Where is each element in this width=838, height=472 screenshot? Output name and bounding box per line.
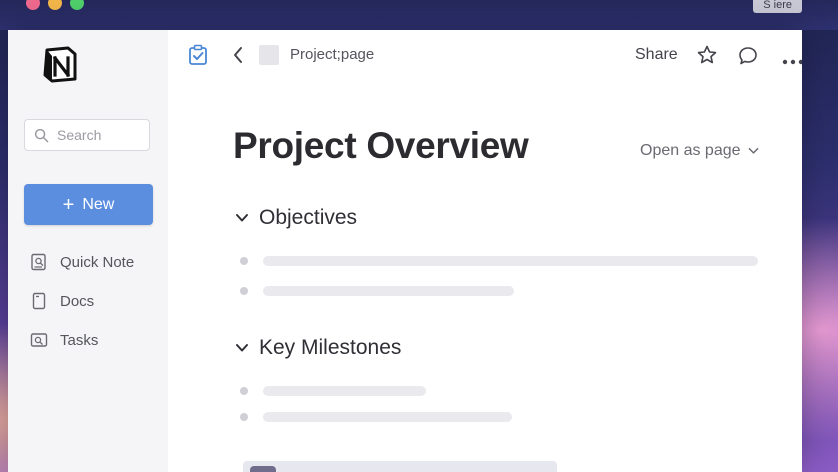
- dock-item[interactable]: [250, 466, 276, 472]
- share-button[interactable]: Share: [635, 46, 678, 64]
- placeholder-line: [263, 286, 514, 296]
- section-key-milestones[interactable]: Key Milestones: [235, 336, 401, 360]
- section-objectives[interactable]: Objectives: [235, 206, 357, 230]
- sidebar: + New Quick Note Docs: [8, 30, 168, 472]
- minimize-window-button[interactable]: [48, 0, 62, 10]
- search-icon: [34, 128, 49, 142]
- new-button-label: New: [82, 195, 115, 213]
- desktop-top-bar: S iere: [0, 0, 838, 30]
- sidebar-item-tasks[interactable]: Tasks: [30, 328, 98, 352]
- sidebar-item-label: Quick Note: [60, 253, 135, 271]
- chevron-down-icon: [748, 147, 758, 154]
- bullet-dot: [240, 287, 248, 295]
- bullet-dot: [240, 387, 248, 395]
- zoom-window-button[interactable]: [70, 0, 84, 10]
- more-options-icon[interactable]: [782, 52, 802, 70]
- back-chevron-icon[interactable]: [232, 46, 244, 69]
- breadcrumb[interactable]: Project;page: [290, 46, 374, 63]
- search-box[interactable]: [24, 119, 150, 151]
- section-heading: Objectives: [259, 206, 358, 229]
- comment-icon[interactable]: [737, 45, 759, 72]
- checklist-icon[interactable]: [188, 44, 208, 71]
- notion-logo-icon[interactable]: [40, 44, 80, 84]
- page-title: Project Overview: [233, 125, 529, 166]
- bullet-dot: [240, 257, 248, 265]
- sidebar-item-docs[interactable]: Docs: [30, 289, 94, 313]
- placeholder-line: [263, 256, 758, 266]
- tasks-icon: [30, 333, 48, 347]
- open-as-page-label: Open as page: [640, 142, 741, 159]
- main-content: Project;page Share Project Overview Open…: [168, 30, 802, 472]
- sidebar-item-quick-note[interactable]: Quick Note: [30, 250, 134, 274]
- bullet-dot: [240, 413, 248, 421]
- section-heading: Key Milestones: [259, 336, 402, 359]
- chevron-down-icon[interactable]: [235, 213, 249, 223]
- page-thumbnail[interactable]: [259, 45, 279, 65]
- dock-bar[interactable]: [243, 461, 557, 472]
- top-share-badge[interactable]: S iere: [753, 0, 802, 13]
- note-icon: [31, 253, 46, 271]
- star-icon[interactable]: [696, 44, 718, 71]
- sidebar-item-label: Tasks: [60, 331, 99, 349]
- plus-icon: +: [62, 193, 75, 216]
- doc-icon: [32, 292, 46, 310]
- sidebar-item-label: Docs: [60, 292, 95, 310]
- new-button[interactable]: + New: [24, 184, 153, 225]
- placeholder-line: [263, 386, 426, 396]
- app-window: + New Quick Note Docs: [8, 30, 802, 472]
- search-input[interactable]: [55, 126, 149, 144]
- chevron-down-icon[interactable]: [235, 343, 249, 353]
- open-as-page-dropdown[interactable]: Open as page: [640, 142, 759, 160]
- placeholder-line: [263, 412, 512, 422]
- close-window-button[interactable]: [26, 0, 40, 10]
